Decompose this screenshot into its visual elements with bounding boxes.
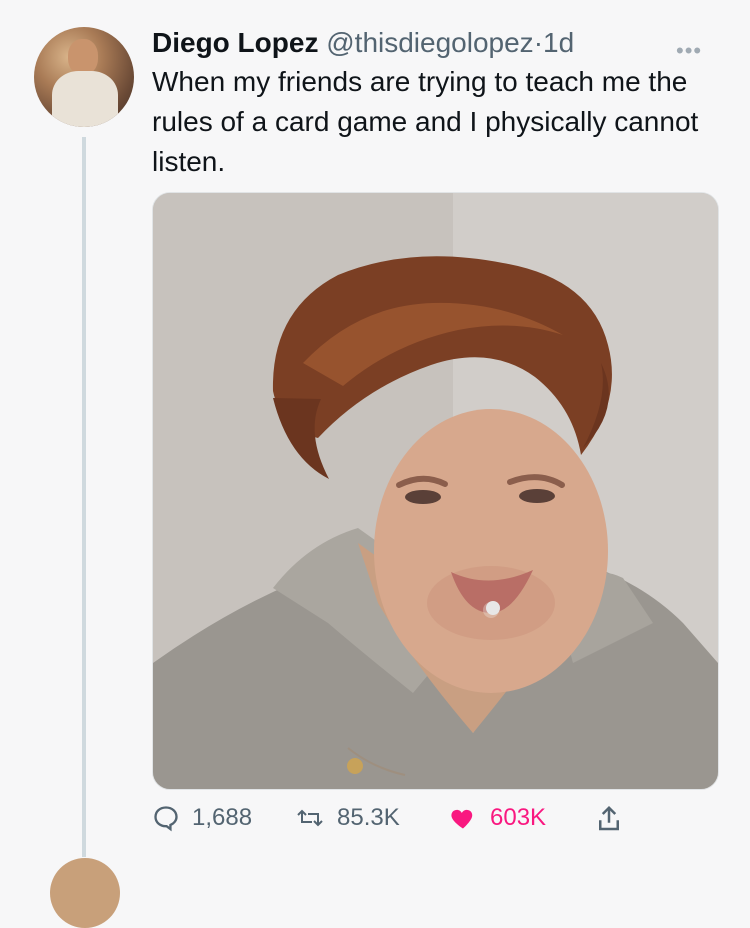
- retweet-count: 85.3K: [337, 804, 400, 831]
- separator: ·: [533, 27, 544, 58]
- reply-icon: [154, 806, 178, 832]
- author-name[interactable]: Diego Lopez: [152, 27, 318, 58]
- retweet-button[interactable]: 85.3K: [295, 804, 400, 832]
- heart-icon: [451, 809, 473, 829]
- avatar-body: [52, 71, 118, 127]
- share-button[interactable]: [594, 804, 636, 834]
- avatar-head: [68, 39, 98, 75]
- author-avatar[interactable]: [34, 27, 134, 127]
- retweet-icon: [297, 809, 323, 827]
- share-icon: [599, 805, 619, 831]
- tweet-actions: 1,688 85.3K 603K: [152, 804, 652, 844]
- like-button[interactable]: 603K: [448, 804, 546, 832]
- tweet-media[interactable]: [152, 192, 719, 790]
- reply-count: 1,688: [192, 804, 253, 831]
- next-tweet-avatar[interactable]: [50, 858, 120, 928]
- more-icon[interactable]: •••: [676, 38, 702, 64]
- tweet-time[interactable]: 1d: [543, 27, 574, 58]
- thread-line: [82, 137, 86, 857]
- reply-button[interactable]: 1,688: [152, 804, 252, 832]
- like-count: 603K: [490, 804, 547, 831]
- tweet-header: Diego Lopez @thisdiegolopez·1d: [152, 26, 574, 60]
- tearful-woman-photo: [153, 193, 718, 789]
- tweet-text: When my friends are trying to teach me t…: [152, 66, 699, 177]
- author-handle[interactable]: @thisdiegolopez: [326, 27, 533, 58]
